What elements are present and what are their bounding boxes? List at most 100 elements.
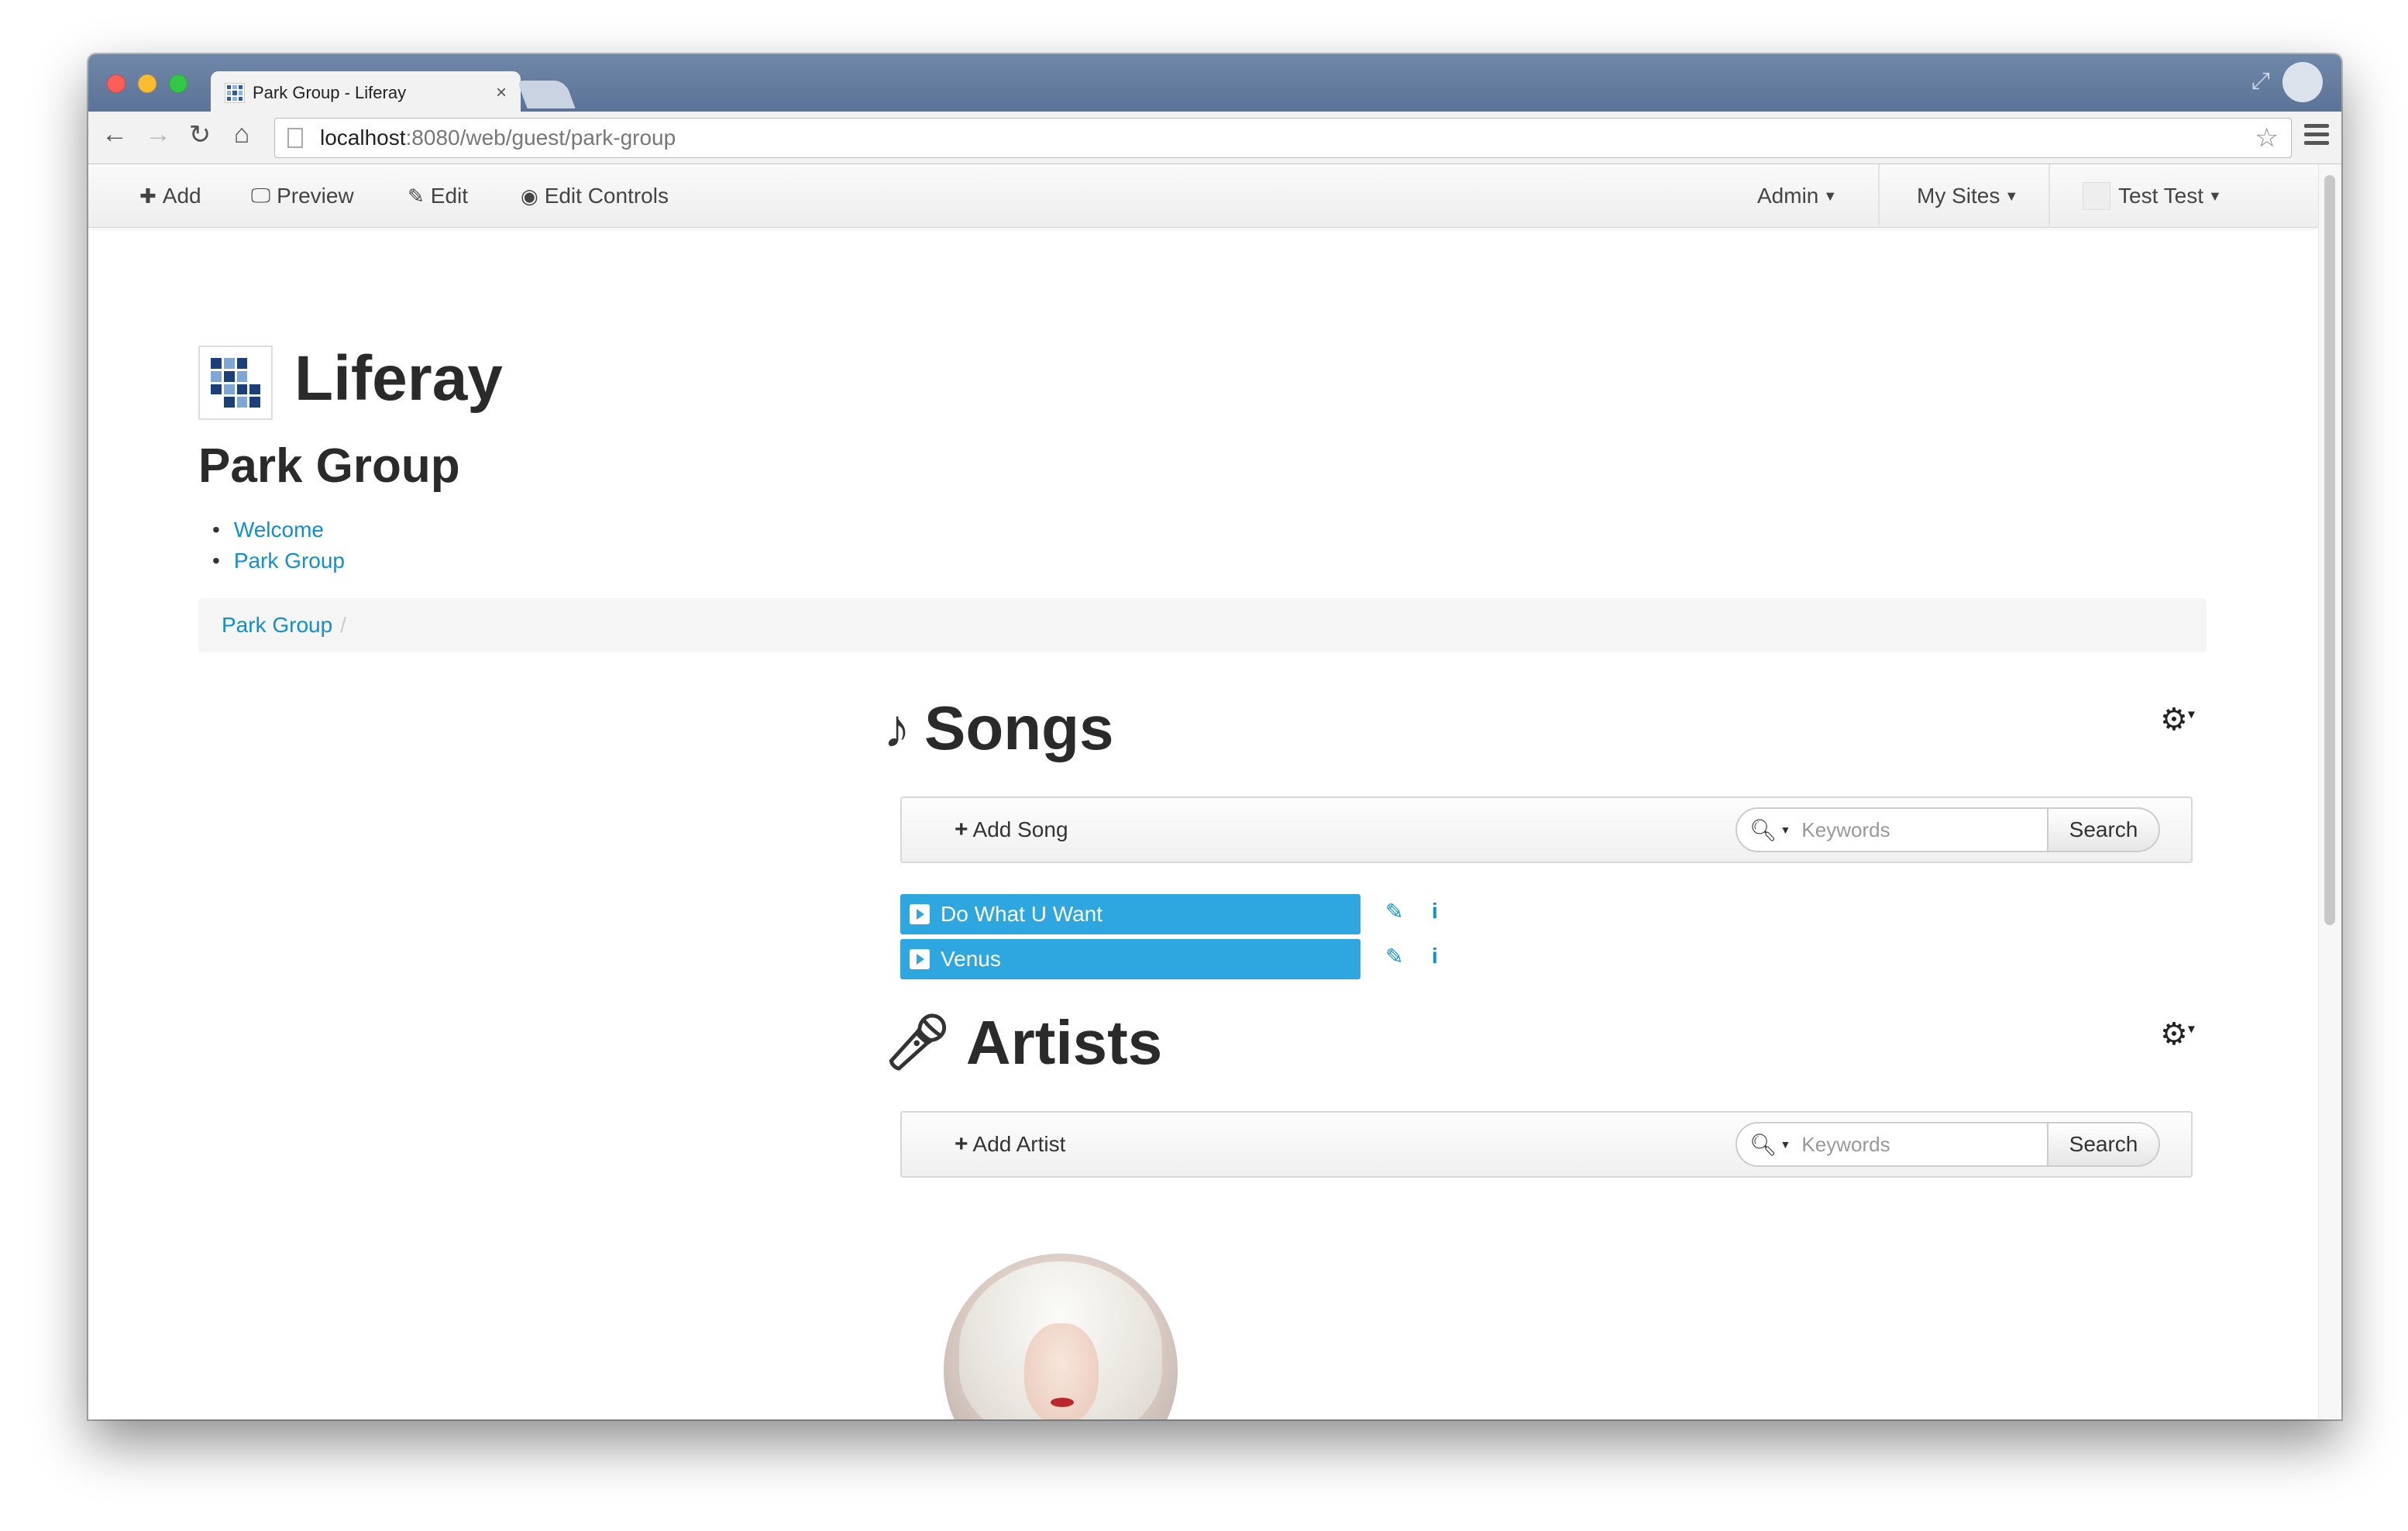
edit-controls-toggle[interactable]: ◉ Edit Controls [521, 164, 669, 228]
song-title: Venus [941, 947, 1001, 971]
preview-label: Preview [277, 184, 354, 208]
liferay-favicon-icon [225, 83, 245, 103]
add-menu-button[interactable]: ✚ Add [139, 164, 201, 228]
close-window-button[interactable] [107, 74, 126, 93]
my-sites-menu-button[interactable]: My Sites ▼ [1917, 164, 2018, 228]
page-content: Liferay Park Group Welcome Park Group Pa… [88, 228, 2318, 1419]
songs-search-button[interactable]: Search [2049, 807, 2160, 852]
tab-park-group[interactable]: Park Group - Liferay × [211, 71, 521, 115]
user-name: Test Test [2118, 184, 2203, 208]
scrollbar-thumb[interactable] [2324, 175, 2335, 925]
plus-icon: + [955, 817, 968, 842]
add-song-button[interactable]: + Add Song [955, 798, 1068, 862]
edit-pencil-icon[interactable]: ✎ [1385, 899, 1403, 924]
add-song-label: Add Song [972, 817, 1068, 841]
edit-label: Edit [430, 184, 469, 208]
tab-close-icon[interactable]: × [496, 82, 507, 104]
caret-down-icon: ▼ [1823, 188, 1838, 204]
caret-down-icon[interactable]: ▼ [1780, 824, 1791, 836]
site-navigation: Welcome Park Group [212, 514, 345, 576]
song-title: Do What U Want [941, 902, 1103, 926]
nav-item-park-group: Park Group [212, 545, 345, 576]
plus-icon: ✚ [139, 184, 157, 208]
user-avatar [2083, 182, 2110, 210]
breadcrumb-separator: / [340, 613, 346, 637]
caret-down-icon[interactable]: ▼ [1780, 1138, 1791, 1151]
tab-title: Park Group - Liferay [253, 83, 407, 102]
bookmark-star-icon[interactable]: ☆ [2255, 122, 2279, 153]
play-icon [910, 949, 930, 969]
caret-down-icon: ▼ [2004, 188, 2019, 204]
liferay-dockbar: ✚ Add 🖵 Preview ✎ Edit ◉ Edit Controls A… [88, 164, 2318, 228]
page-icon [287, 128, 303, 148]
music-note-icon: ♪ [883, 698, 910, 759]
songs-portlet-title: ♪ Songs [883, 693, 1113, 764]
info-icon[interactable]: i [1432, 944, 1438, 968]
add-artist-label: Add Artist [972, 1132, 1066, 1156]
hamburger-menu-icon[interactable] [2304, 124, 2329, 150]
zoom-window-button[interactable] [169, 74, 187, 93]
liferay-logo[interactable] [198, 346, 273, 420]
home-icon[interactable]: ⌂ [226, 119, 257, 150]
browser-toolbar: ← → ↻ ⌂ localhost :8080/web/guest/park-g… [88, 112, 2341, 164]
minimize-window-button[interactable] [138, 74, 157, 93]
preview-button[interactable]: 🖵 Preview [251, 164, 354, 228]
add-artist-button[interactable]: + Add Artist [955, 1113, 1065, 1176]
search-icon[interactable]: 🔍︎ [1749, 1132, 1777, 1158]
edit-pencil-icon[interactable]: ✎ [1385, 944, 1403, 969]
artists-toolbar: + Add Artist 🔍︎ ▼ Search [900, 1111, 2193, 1178]
plus-icon: + [955, 1131, 968, 1157]
info-icon[interactable]: i [1432, 899, 1438, 924]
dockbar-divider [1878, 164, 1880, 228]
edit-button[interactable]: ✎ Edit [408, 164, 468, 228]
reload-icon[interactable]: ↻ [184, 119, 215, 150]
back-arrow-icon[interactable]: ← [99, 119, 130, 150]
microphone-icon: 🎤︎ [883, 1012, 952, 1072]
nav-link-park-group[interactable]: Park Group [234, 549, 345, 573]
breadcrumb: Park Group / [198, 598, 2207, 652]
url-path: :8080/web/guest/park-group [405, 126, 676, 150]
breadcrumb-park-group[interactable]: Park Group [222, 613, 332, 638]
caret-down-icon: ▼ [2207, 188, 2222, 204]
nav-item-welcome: Welcome [212, 514, 345, 545]
artists-title: Artists [965, 1008, 1163, 1077]
monitor-icon: 🖵 [251, 184, 271, 207]
songs-toolbar: + Add Song 🔍︎ ▼ Search [900, 796, 2193, 863]
artists-portlet-title: 🎤︎ Artists [883, 1007, 1162, 1079]
new-tab-button[interactable] [517, 81, 576, 108]
edit-icon: ✎ [408, 184, 425, 208]
song-item[interactable]: Do What U Want [900, 894, 1361, 934]
admin-label: Admin [1757, 184, 1819, 208]
songs-search-input[interactable] [1801, 817, 2035, 842]
my-sites-label: My Sites [1917, 184, 2000, 208]
artists-search: 🔍︎ ▼ Search [1735, 1122, 2160, 1167]
dockbar-divider [2049, 164, 2050, 228]
artists-search-input[interactable] [1801, 1132, 2035, 1157]
artist-photo[interactable] [944, 1254, 1178, 1419]
play-icon [910, 904, 930, 924]
site-group-title: Park Group [198, 439, 460, 493]
artists-search-button[interactable]: Search [2049, 1122, 2160, 1167]
add-menu-label: Add [162, 184, 201, 208]
site-name: Liferay [294, 343, 503, 414]
artists-search-field: 🔍︎ ▼ [1735, 1122, 2049, 1167]
user-menu-button[interactable]: Test Test ▼ [2083, 164, 2222, 228]
forward-arrow-icon[interactable]: → [143, 119, 174, 150]
song-item[interactable]: Venus [900, 939, 1361, 979]
address-bar[interactable]: localhost :8080/web/guest/park-group ☆ [274, 118, 2292, 158]
search-icon[interactable]: 🔍︎ [1749, 817, 1777, 843]
tab-strip: Park Group - Liferay × ⤢ [88, 54, 2341, 115]
artists-options-gear-icon[interactable]: ⚙▾ [2160, 1017, 2195, 1052]
fullscreen-icon[interactable]: ⤢ [2251, 68, 2270, 95]
songs-title: Songs [924, 693, 1114, 762]
eye-slash-icon: ◉ [521, 184, 538, 208]
songs-search-field: 🔍︎ ▼ [1735, 807, 2049, 852]
nav-link-welcome[interactable]: Welcome [234, 518, 324, 542]
songs-options-gear-icon[interactable]: ⚙▾ [2160, 702, 2195, 738]
browser-window: Park Group - Liferay × ⤢ ← → ↻ ⌂ localho… [88, 54, 2341, 1419]
url-host: localhost [320, 126, 406, 150]
edit-controls-label: Edit Controls [544, 184, 669, 208]
admin-menu-button[interactable]: Admin ▼ [1757, 164, 1837, 228]
incognito-icon [2282, 62, 2323, 102]
songs-search: 🔍︎ ▼ Search [1735, 807, 2160, 852]
